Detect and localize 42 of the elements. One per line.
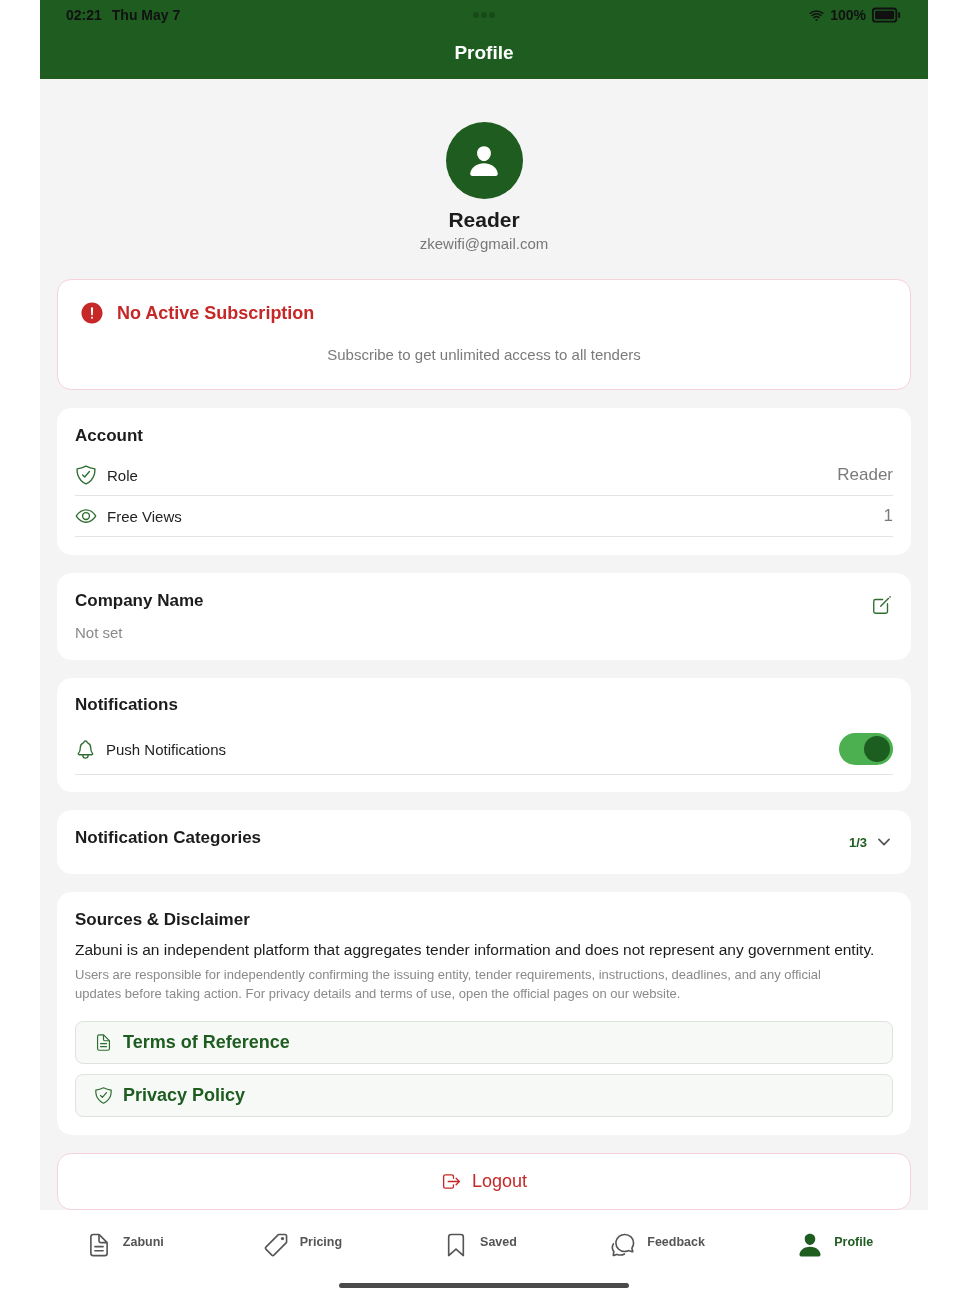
- alert-title: No Active Subscription: [117, 302, 315, 324]
- row-label: Role: [107, 466, 139, 484]
- section-title: Notification Categories: [75, 827, 262, 849]
- battery-percent: 100%: [830, 7, 866, 23]
- link-button[interactable]: Terms of Reference: [75, 1021, 893, 1064]
- disclaimer-text: Zabuni is an independent platform that aggregates tender information and does not represent any government entity.: [75, 940, 876, 960]
- row-label: Free Views: [107, 507, 183, 525]
- tag-icon: [262, 1232, 289, 1258]
- row-value: 1: [883, 506, 893, 526]
- shield-check-icon: [75, 464, 97, 486]
- header-title: Profile: [454, 41, 514, 64]
- tab-item[interactable]: Feedback: [572, 1232, 751, 1258]
- tab-item[interactable]: Profile: [750, 1232, 928, 1258]
- person-icon: [797, 1232, 824, 1258]
- alert-message: Subscribe to get unlimited access to all tenders: [326, 345, 642, 365]
- chat-bubbles-icon: [610, 1232, 637, 1258]
- edit-icon[interactable]: [871, 594, 893, 616]
- logout-icon: [440, 1171, 462, 1192]
- company-value: Not set: [75, 623, 124, 643]
- row-value: Reader: [837, 465, 893, 485]
- bell-icon: [75, 738, 96, 760]
- profile-email: zkewifi@gmail.com: [419, 234, 549, 254]
- section-title: Sources & Disclaimer: [75, 909, 251, 931]
- link-button[interactable]: Privacy Policy: [75, 1074, 893, 1117]
- profile-name: Reader: [448, 207, 520, 233]
- section-title: Company Name: [75, 590, 204, 612]
- row-label: Push Notifications: [106, 740, 228, 758]
- categories-card[interactable]: Notification Categories 1/3: [57, 810, 911, 874]
- disclaimer-note: Users are responsible for independently confirming the issuing entity, tender requirements, instructions, deadlines, and any official updates before taking action. For privacy details and terms of use, open the official pages on our website.: [75, 966, 822, 1003]
- logout-button[interactable]: Logout: [57, 1153, 911, 1210]
- document-icon: [94, 1033, 113, 1052]
- count-label: 1/3: [848, 834, 867, 850]
- section-title: Account: [75, 425, 144, 447]
- section-title: Notifications: [75, 694, 179, 716]
- status-time: 02:21: [66, 7, 102, 23]
- shield-check-icon: [94, 1086, 113, 1105]
- tab-item[interactable]: Pricing: [217, 1232, 396, 1258]
- tab-item[interactable]: Zabuni: [40, 1232, 218, 1258]
- status-date: Thu May 7: [111, 7, 181, 23]
- tab-item[interactable]: Saved: [395, 1232, 573, 1258]
- toggle-switch[interactable]: [839, 733, 893, 765]
- alert-icon: [79, 300, 105, 326]
